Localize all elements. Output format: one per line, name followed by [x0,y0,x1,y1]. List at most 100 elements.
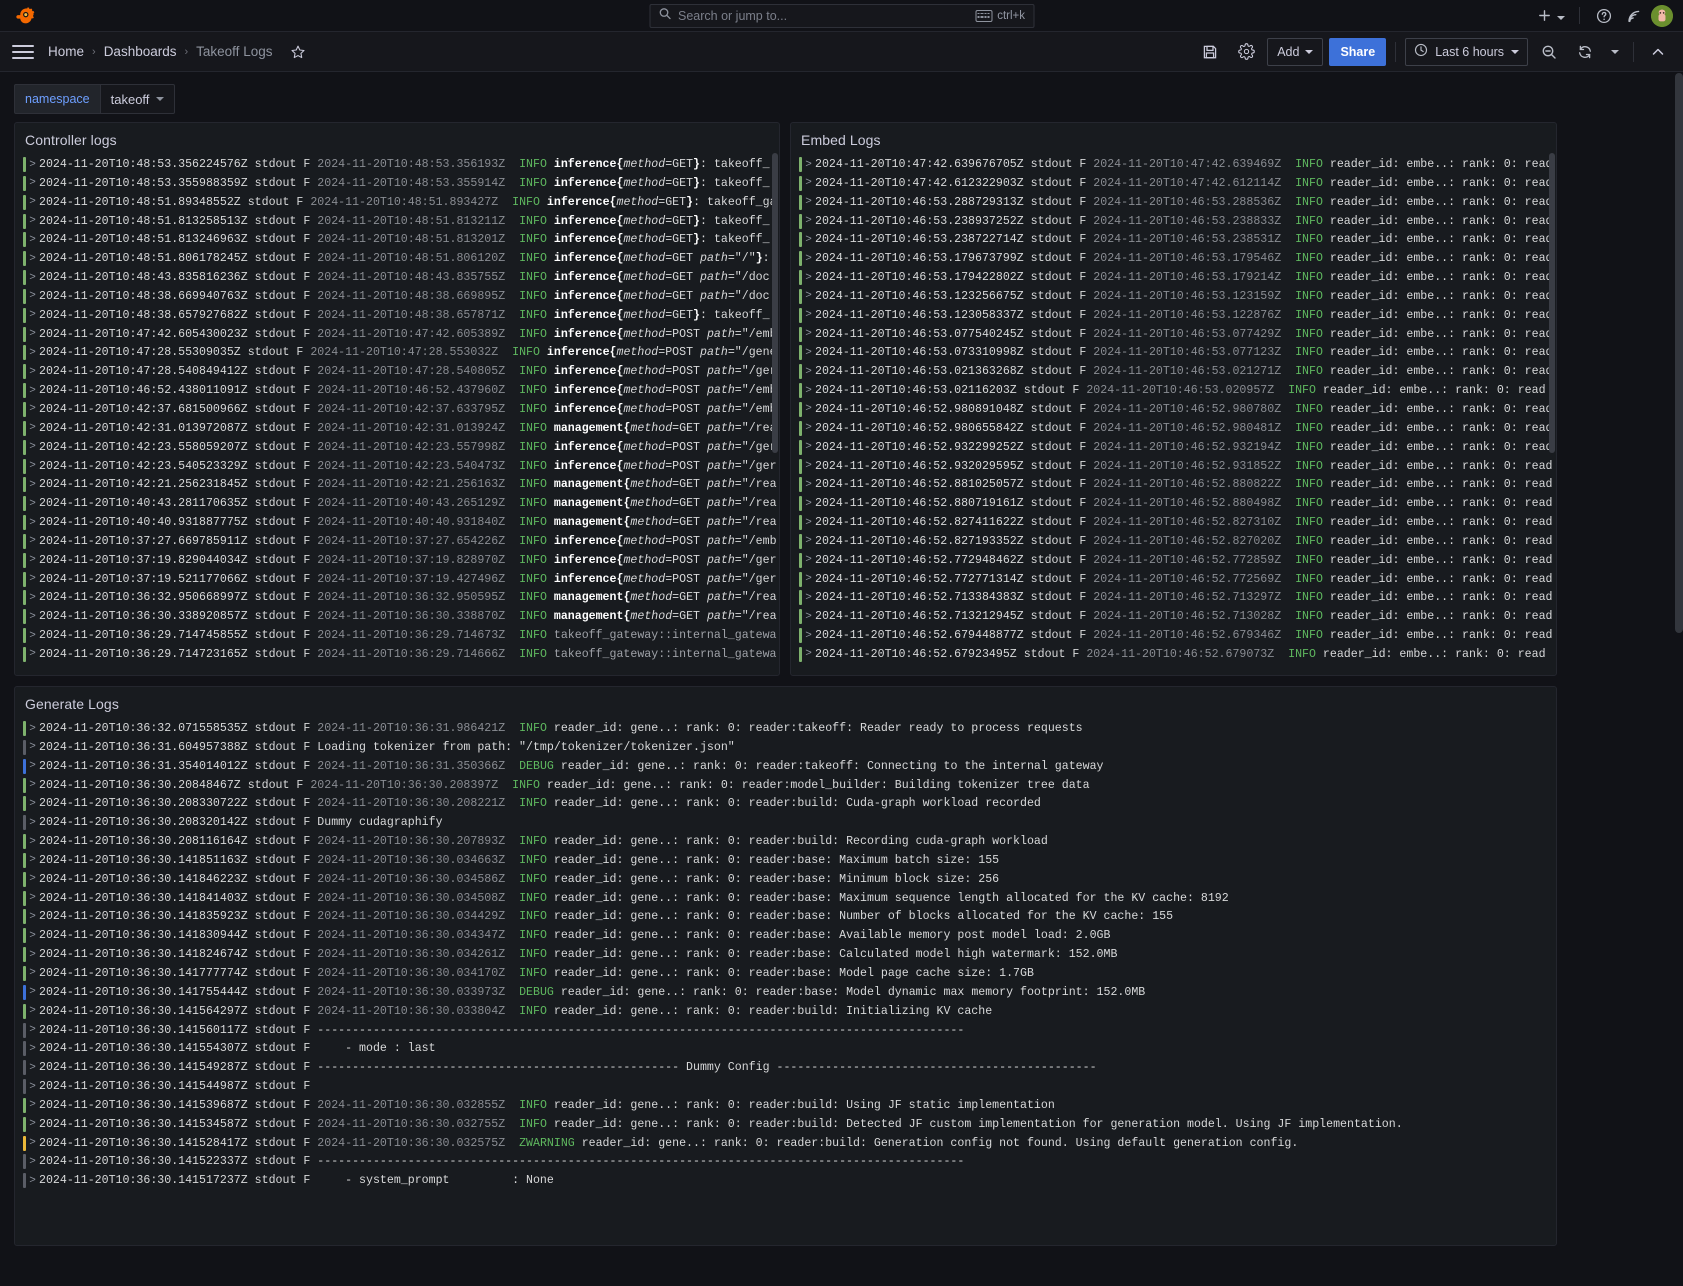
log-row[interactable]: >2024-11-20T10:48:53.355988359Z stdout F… [23,175,779,194]
log-row[interactable]: >2024-11-20T10:36:30.208320142Z stdout F… [23,814,1556,833]
log-row[interactable]: >2024-11-20T10:48:51.89348552Z stdout F … [23,194,779,213]
refresh-dashboard-button[interactable] [1570,38,1600,66]
expand-row-icon[interactable]: > [26,946,39,965]
expand-row-icon[interactable]: > [802,457,815,476]
expand-row-icon[interactable]: > [26,193,39,212]
global-search-bar[interactable]: Search or jump to... ctrl+k [649,4,1034,28]
log-row[interactable]: >2024-11-20T10:46:52.880719161Z stdout F… [799,495,1556,514]
expand-row-icon[interactable]: > [26,1172,39,1191]
expand-row-icon[interactable]: > [26,156,39,175]
log-row[interactable]: >2024-11-20T10:37:19.829044034Z stdout F… [23,552,779,571]
expand-row-icon[interactable]: > [26,1134,39,1153]
expand-row-icon[interactable]: > [802,551,815,570]
expand-row-icon[interactable]: > [802,419,815,438]
log-row[interactable]: >2024-11-20T10:46:52.438011091Z stdout F… [23,382,779,401]
log-row[interactable]: >2024-11-20T10:47:28.540849412Z stdout F… [23,363,779,382]
log-row[interactable]: >2024-11-20T10:46:52.980891048Z stdout F… [799,401,1556,420]
expand-row-icon[interactable]: > [26,795,39,814]
log-row[interactable]: >2024-11-20T10:47:28.55309035Z stdout F … [23,344,779,363]
expand-row-icon[interactable]: > [26,269,39,288]
log-rows-container[interactable]: >2024-11-20T10:48:53.356224576Z stdout F… [15,154,779,675]
expand-row-icon[interactable]: > [26,608,39,627]
log-row[interactable]: >2024-11-20T10:48:43.835816236Z stdout F… [23,269,779,288]
log-row[interactable]: >2024-11-20T10:46:52.772948462Z stdout F… [799,552,1556,571]
log-row[interactable]: >2024-11-20T10:36:30.141846223Z stdout F… [23,871,1556,890]
log-row[interactable]: >2024-11-20T10:48:51.813246963Z stdout F… [23,231,779,250]
expand-row-icon[interactable]: > [26,851,39,870]
expand-row-icon[interactable]: > [26,1153,39,1172]
user-avatar[interactable] [1651,5,1673,27]
expand-row-icon[interactable]: > [26,287,39,306]
log-row[interactable]: >2024-11-20T10:36:30.141554307Z stdout F… [23,1040,1556,1059]
expand-row-icon[interactable]: > [26,325,39,344]
log-row[interactable]: >2024-11-20T10:36:30.141851163Z stdout F… [23,852,1556,871]
expand-row-icon[interactable]: > [802,344,815,363]
expand-row-icon[interactable]: > [802,645,815,664]
log-row[interactable]: >2024-11-20T10:36:30.141528417Z stdout F… [23,1135,1556,1154]
expand-row-icon[interactable]: > [26,983,39,1002]
log-row[interactable]: >2024-11-20T10:42:21.256231845Z stdout F… [23,476,779,495]
expand-row-icon[interactable]: > [26,174,39,193]
log-row[interactable]: >2024-11-20T10:47:42.605430023Z stdout F… [23,326,779,345]
log-row[interactable]: >2024-11-20T10:46:52.881025057Z stdout F… [799,476,1556,495]
log-row[interactable]: >2024-11-20T10:46:53.021363268Z stdout F… [799,363,1556,382]
breadcrumb-item-dashboards[interactable]: Dashboards [104,44,177,59]
log-row[interactable]: >2024-11-20T10:47:42.639676705Z stdout F… [799,156,1556,175]
log-rows-container[interactable]: >2024-11-20T10:47:42.639676705Z stdout F… [791,154,1556,675]
expand-row-icon[interactable]: > [802,212,815,231]
expand-row-icon[interactable]: > [802,608,815,627]
panel-scrollbar[interactable] [1549,153,1555,671]
page-scrollbar[interactable] [1675,73,1683,1286]
log-row[interactable]: >2024-11-20T10:40:40.931887775Z stdout F… [23,514,779,533]
log-row[interactable]: >2024-11-20T10:36:30.141755444Z stdout F… [23,984,1556,1003]
expand-row-icon[interactable]: > [26,570,39,589]
log-row[interactable]: >2024-11-20T10:40:43.281170635Z stdout F… [23,495,779,514]
log-row[interactable]: >2024-11-20T10:36:30.208330722Z stdout F… [23,795,1556,814]
log-row[interactable]: >2024-11-20T10:36:30.141841403Z stdout F… [23,890,1556,909]
log-row[interactable]: >2024-11-20T10:47:42.612322903Z stdout F… [799,175,1556,194]
expand-row-icon[interactable]: > [26,964,39,983]
log-row[interactable]: >2024-11-20T10:48:38.669940763Z stdout F… [23,288,779,307]
log-row[interactable]: >2024-11-20T10:36:30.141824674Z stdout F… [23,946,1556,965]
expand-row-icon[interactable]: > [26,438,39,457]
hamburger-menu-icon[interactable] [12,41,34,63]
expand-row-icon[interactable]: > [26,231,39,250]
expand-row-icon[interactable]: > [26,627,39,646]
expand-row-icon[interactable]: > [26,833,39,852]
log-row[interactable]: >2024-11-20T10:46:52.713212945Z stdout F… [799,608,1556,627]
log-row[interactable]: >2024-11-20T10:36:29.714723165Z stdout F… [23,646,779,665]
log-row[interactable]: >2024-11-20T10:46:52.932029595Z stdout F… [799,458,1556,477]
expand-row-icon[interactable]: > [26,419,39,438]
expand-row-icon[interactable]: > [802,193,815,212]
panel-scrollbar[interactable] [772,153,778,671]
expand-row-icon[interactable]: > [26,476,39,495]
log-row[interactable]: >2024-11-20T10:46:53.073310998Z stdout F… [799,344,1556,363]
expand-row-icon[interactable]: > [26,400,39,419]
expand-row-icon[interactable]: > [802,589,815,608]
log-row[interactable]: >2024-11-20T10:36:30.141564297Z stdout F… [23,1003,1556,1022]
expand-row-icon[interactable]: > [26,908,39,927]
log-row[interactable]: >2024-11-20T10:36:30.141534587Z stdout F… [23,1116,1556,1135]
log-row[interactable]: >2024-11-20T10:36:30.141549287Z stdout F… [23,1059,1556,1078]
help-button[interactable] [1591,3,1617,29]
add-new-button[interactable] [1534,3,1568,29]
log-row[interactable]: >2024-11-20T10:48:53.356224576Z stdout F… [23,156,779,175]
expand-row-icon[interactable]: > [26,589,39,608]
expand-row-icon[interactable]: > [802,570,815,589]
log-row[interactable]: >2024-11-20T10:36:31.604957388Z stdout F… [23,739,1556,758]
news-rss-button[interactable] [1621,3,1647,29]
expand-row-icon[interactable]: > [802,382,815,401]
expand-row-icon[interactable]: > [26,1059,39,1078]
variable-select-namespace[interactable]: takeoff [100,84,176,114]
log-row[interactable]: >2024-11-20T10:46:52.772771314Z stdout F… [799,571,1556,590]
expand-row-icon[interactable]: > [26,532,39,551]
log-row[interactable]: >2024-11-20T10:46:53.123058337Z stdout F… [799,307,1556,326]
log-row[interactable]: >2024-11-20T10:48:51.806178245Z stdout F… [23,250,779,269]
grafana-logo-icon[interactable] [14,5,36,27]
expand-row-icon[interactable]: > [802,438,815,457]
log-row[interactable]: >2024-11-20T10:36:29.714745855Z stdout F… [23,627,779,646]
expand-row-icon[interactable]: > [802,269,815,288]
log-row[interactable]: >2024-11-20T10:46:52.932299252Z stdout F… [799,439,1556,458]
log-row[interactable]: >2024-11-20T10:37:27.669785911Z stdout F… [23,533,779,552]
expand-row-icon[interactable]: > [26,889,39,908]
